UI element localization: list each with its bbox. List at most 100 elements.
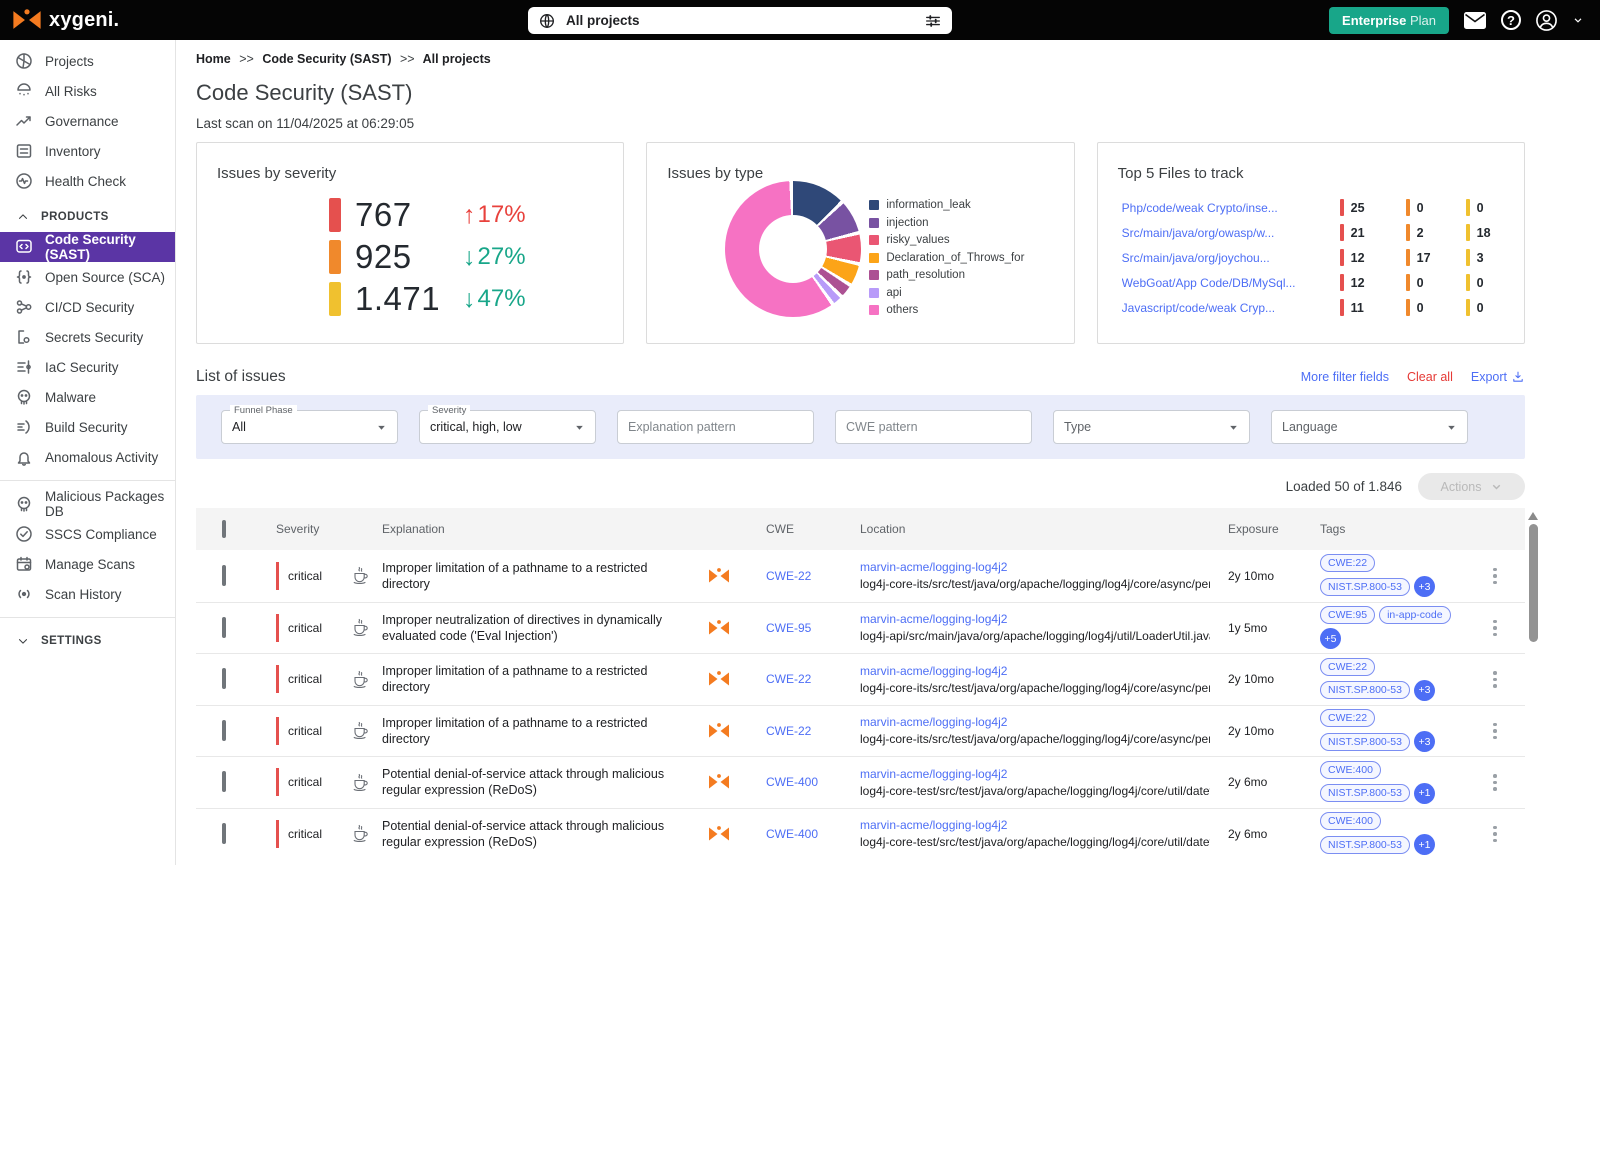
tag-pill[interactable]: CWE:400: [1320, 761, 1381, 779]
sidebar-item-malicious-packages-db[interactable]: Malicious Packages DB: [0, 489, 175, 519]
mail-icon[interactable]: [1463, 11, 1487, 30]
tag-pill[interactable]: CWE:95: [1320, 606, 1375, 624]
file-link[interactable]: Src/main/java/org/owasp/w...: [1122, 226, 1340, 240]
sidebar-item-iac-security[interactable]: IaC Security: [0, 352, 175, 382]
account-icon[interactable]: [1535, 9, 1558, 32]
funnel-phase-select[interactable]: Funnel PhaseAll: [221, 410, 398, 444]
cwe-link[interactable]: CWE-400: [750, 775, 860, 789]
stat-value: 12: [1351, 276, 1365, 290]
cwe-pattern-input[interactable]: [835, 410, 1032, 444]
file-link[interactable]: Src/main/java/org/joychou...: [1122, 251, 1340, 265]
more-filter-fields-link[interactable]: More filter fields: [1301, 370, 1389, 384]
sidebar-item-anomalous-activity[interactable]: Anomalous Activity: [0, 442, 175, 472]
tag-pill[interactable]: CWE:22: [1320, 658, 1375, 676]
tag-pill[interactable]: CWE:22: [1320, 709, 1375, 727]
kebab-menu-icon[interactable]: [1475, 820, 1515, 849]
project-selector[interactable]: All projects: [528, 7, 952, 34]
chevron-up-icon: [16, 210, 30, 224]
tag-pill[interactable]: in-app-code: [1379, 606, 1450, 624]
checkbox-cell: [212, 567, 264, 585]
kebab-menu-icon[interactable]: [1475, 614, 1515, 643]
xygeni-logo[interactable]: xygeni.: [0, 9, 119, 32]
repo-link[interactable]: marvin-acme/logging-log4j2: [860, 612, 1210, 626]
sidebar-item-scan-history[interactable]: Scan History: [0, 579, 175, 609]
scrollbar-thumb[interactable]: [1529, 524, 1538, 642]
cwe-link[interactable]: CWE-22: [750, 724, 860, 738]
select-all-checkbox[interactable]: [222, 520, 226, 538]
sidebar-item-all-risks[interactable]: All Risks: [0, 76, 175, 106]
cwe-link[interactable]: CWE-22: [750, 569, 860, 583]
file-link[interactable]: WebGoat/App Code/DB/MySql...: [1122, 276, 1340, 290]
repo-link[interactable]: marvin-acme/logging-log4j2: [860, 664, 1210, 678]
settings-section-toggle[interactable]: SETTINGS: [0, 626, 175, 656]
breadcrumb-home[interactable]: Home: [196, 52, 231, 66]
tag-pill[interactable]: NIST.SP.800-53: [1320, 681, 1410, 699]
tag-pill[interactable]: NIST.SP.800-53: [1320, 733, 1410, 751]
products-section-toggle[interactable]: PRODUCTS: [0, 202, 175, 232]
more-tags-badge[interactable]: +3: [1414, 731, 1435, 752]
sidebar-item-code-security-sast[interactable]: Code Security (SAST): [0, 232, 175, 262]
sidebar-item-malware[interactable]: Malware: [0, 382, 175, 412]
severity-select[interactable]: Severitycritical, high, low: [419, 410, 596, 444]
breadcrumb-all-projects[interactable]: All projects: [423, 52, 491, 66]
more-tags-badge[interactable]: +1: [1414, 834, 1435, 855]
sidebar-item-projects[interactable]: Projects: [0, 46, 175, 76]
type-select[interactable]: Type: [1053, 410, 1250, 444]
row-checkbox[interactable]: [222, 720, 226, 741]
cwe-link[interactable]: CWE-95: [750, 621, 860, 635]
row-checkbox[interactable]: [222, 617, 226, 638]
more-tags-badge[interactable]: +1: [1414, 783, 1435, 804]
kebab-menu-icon[interactable]: [1475, 768, 1515, 797]
legend-label: information_leak: [886, 199, 970, 211]
more-tags-badge[interactable]: +5: [1320, 628, 1341, 649]
sidebar-item-inventory[interactable]: Inventory: [0, 136, 175, 166]
tag-pill[interactable]: CWE:22: [1320, 554, 1375, 572]
account-chevron-down-icon[interactable]: [1572, 14, 1584, 26]
row-checkbox[interactable]: [222, 823, 226, 844]
severity-bar: [276, 717, 279, 745]
actions-button[interactable]: Actions: [1418, 473, 1525, 500]
export-link[interactable]: Export: [1471, 370, 1525, 384]
explanation-pattern-input[interactable]: [617, 410, 814, 444]
row-checkbox[interactable]: [222, 668, 226, 689]
sidebar-item-sscs-compliance[interactable]: SSCS Compliance: [0, 519, 175, 549]
repo-link[interactable]: marvin-acme/logging-log4j2: [860, 715, 1210, 729]
sidebar-item-ci-cd-security[interactable]: CI/CD Security: [0, 292, 175, 322]
tag-pill[interactable]: NIST.SP.800-53: [1320, 784, 1410, 802]
sidebar-item-build-security[interactable]: Build Security: [0, 412, 175, 442]
kebab-menu-icon[interactable]: [1475, 717, 1515, 746]
severity-bar: [276, 562, 279, 590]
enterprise-plan-button[interactable]: Enterprise Plan: [1329, 7, 1449, 34]
tune-icon[interactable]: [924, 12, 942, 30]
repo-link[interactable]: marvin-acme/logging-log4j2: [860, 818, 1210, 832]
repo-link[interactable]: marvin-acme/logging-log4j2: [860, 767, 1210, 781]
sidebar-item-secrets-security[interactable]: Secrets Security: [0, 322, 175, 352]
issues-by-type-donut-chart[interactable]: [725, 181, 861, 317]
help-icon[interactable]: ?: [1501, 10, 1521, 30]
file-link[interactable]: Php/code/weak Crypto/inse...: [1122, 201, 1340, 215]
language-select[interactable]: Language: [1271, 410, 1468, 444]
more-tags-badge[interactable]: +3: [1414, 680, 1435, 701]
row-checkbox[interactable]: [222, 565, 226, 586]
kebab-menu-icon[interactable]: [1475, 665, 1515, 694]
sidebar-item-governance[interactable]: Governance: [0, 106, 175, 136]
table-scrollbar[interactable]: [1527, 510, 1539, 1159]
breadcrumb-code-security[interactable]: Code Security (SAST): [262, 52, 391, 66]
sidebar-item-manage-scans[interactable]: Manage Scans: [0, 549, 175, 579]
tag-pill[interactable]: NIST.SP.800-53: [1320, 836, 1410, 854]
sidebar-item-open-source-sca[interactable]: Open Source (SCA): [0, 262, 175, 292]
arrow-down-icon: ↓: [463, 243, 476, 272]
cwe-link[interactable]: CWE-400: [750, 827, 860, 841]
braces-icon: [14, 267, 34, 287]
tag-pill[interactable]: NIST.SP.800-53: [1320, 578, 1410, 596]
row-checkbox[interactable]: [222, 771, 226, 792]
scrollbar-up-arrow[interactable]: [1528, 512, 1538, 520]
cwe-link[interactable]: CWE-22: [750, 672, 860, 686]
more-tags-badge[interactable]: +3: [1414, 576, 1435, 597]
repo-link[interactable]: marvin-acme/logging-log4j2: [860, 560, 1210, 574]
file-link[interactable]: Javascript/code/weak Cryp...: [1122, 301, 1340, 315]
tag-pill[interactable]: CWE:400: [1320, 812, 1381, 830]
clear-all-link[interactable]: Clear all: [1407, 370, 1453, 384]
sidebar-item-health-check[interactable]: Health Check: [0, 166, 175, 196]
kebab-menu-icon[interactable]: [1475, 562, 1515, 591]
